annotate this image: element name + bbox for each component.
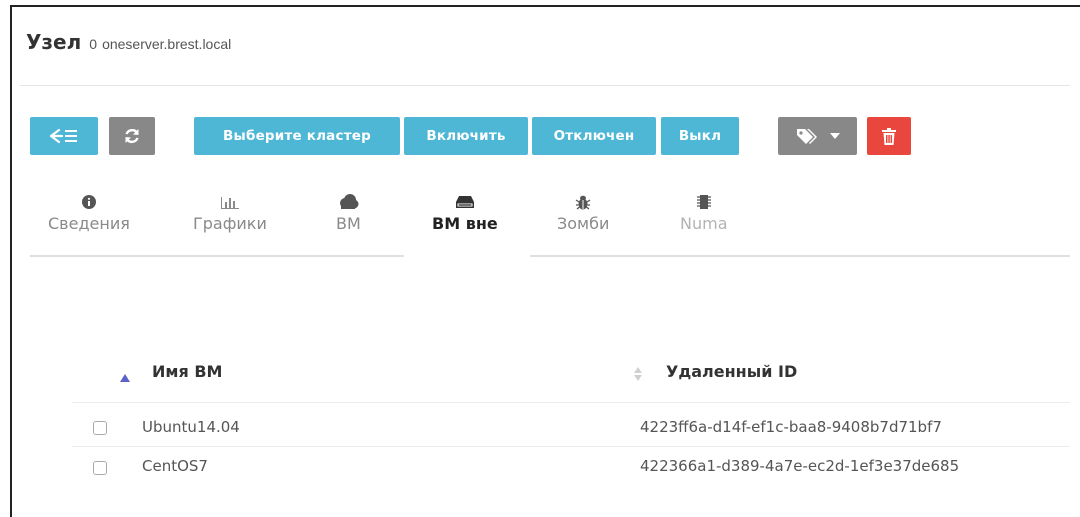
- row-checkbox[interactable]: [93, 461, 107, 475]
- off-button[interactable]: Выкл: [661, 117, 739, 155]
- tab-info[interactable]: Сведения: [48, 192, 130, 233]
- hdd-icon: [455, 192, 475, 212]
- node-hostname: oneserver.brest.local: [102, 36, 232, 52]
- tags-icon: [795, 127, 821, 145]
- refresh-icon: [123, 127, 141, 145]
- column-header-vm-name[interactable]: Имя ВМ: [152, 362, 222, 381]
- info-icon: [81, 192, 96, 212]
- bug-icon: [575, 192, 591, 212]
- vm-name-cell: CentOS7: [142, 457, 208, 475]
- tab-zombies-label: Зомби: [557, 214, 610, 233]
- column-header-remote-id[interactable]: Удаленный ID: [666, 362, 797, 381]
- chip-icon: [696, 192, 711, 212]
- tab-zombies[interactable]: Зомби: [557, 192, 609, 233]
- enable-button[interactable]: Включить: [404, 117, 528, 155]
- tab-graphs-label: Графики: [193, 214, 267, 233]
- disable-button[interactable]: Отключен: [532, 117, 656, 155]
- remote-id-cell: 422366a1-d389-4a7e-ec2d-1ef3e37de685: [640, 457, 960, 475]
- chevron-down-icon: [829, 132, 841, 140]
- bar-chart-icon: [220, 192, 239, 212]
- sort-asc-icon[interactable]: [120, 367, 130, 386]
- refresh-button[interactable]: [109, 117, 155, 155]
- select-cluster-button[interactable]: Выберите кластер: [194, 117, 400, 155]
- tab-info-label: Сведения: [48, 214, 130, 233]
- tab-numa[interactable]: Numa: [680, 192, 728, 233]
- table-header-divider: [72, 402, 1070, 403]
- page-title: Узел: [26, 30, 82, 54]
- node-panel: [10, 5, 1080, 517]
- tabs-underline-left: [30, 255, 404, 257]
- tab-wild-vms[interactable]: ВМ вне: [432, 192, 498, 233]
- labels-dropdown-button[interactable]: [778, 117, 857, 155]
- cloud-icon: [337, 192, 359, 212]
- back-to-list-button[interactable]: [30, 117, 98, 155]
- remote-id-cell: 4223ff6a-d14f-ef1c-baa8-9408b7d71bf7: [640, 418, 942, 436]
- tab-wild-vms-label: ВМ вне: [432, 214, 498, 233]
- tab-vms[interactable]: ВМ: [336, 192, 361, 233]
- tabs-underline-right: [530, 255, 1070, 257]
- row-divider: [72, 446, 1070, 447]
- page-header: Узел 0 oneserver.brest.local: [26, 30, 231, 54]
- header-divider: [20, 85, 1070, 86]
- tab-graphs[interactable]: Графики: [193, 192, 267, 233]
- tab-vms-label: ВМ: [336, 214, 361, 233]
- sort-both-icon[interactable]: [634, 364, 642, 388]
- trash-icon: [882, 127, 896, 145]
- row-checkbox[interactable]: [93, 421, 107, 435]
- vm-name-cell: Ubuntu14.04: [142, 418, 240, 436]
- node-id: 0: [89, 36, 98, 52]
- back-list-icon: [49, 127, 79, 145]
- tab-numa-label: Numa: [680, 214, 728, 233]
- delete-button[interactable]: [867, 117, 911, 155]
